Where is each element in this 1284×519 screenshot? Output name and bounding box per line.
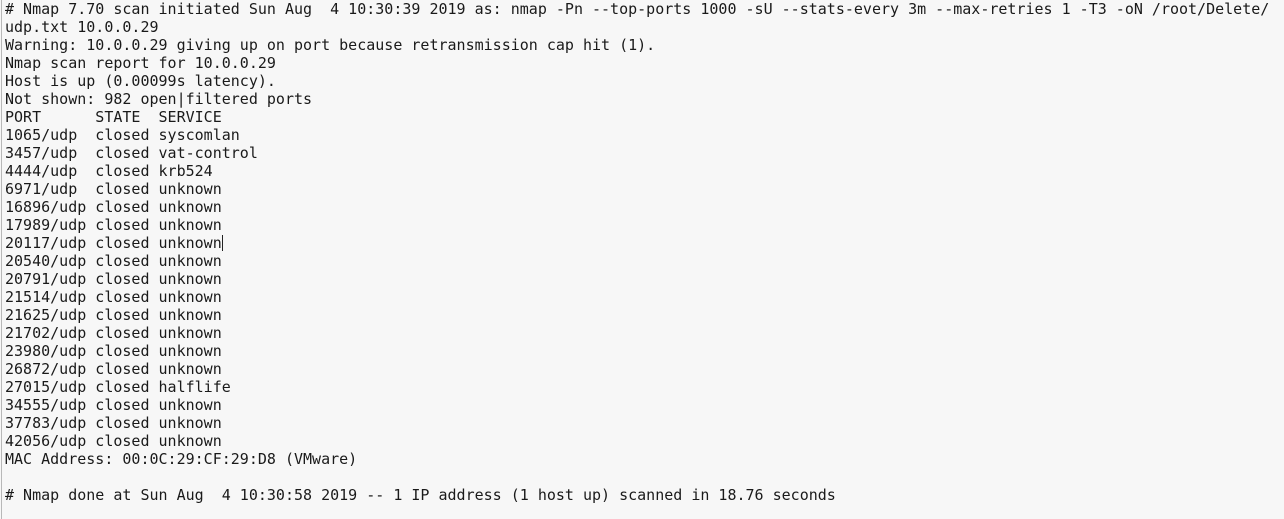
text-line-content: 3457/udp closed vat-control [5,144,258,162]
text-line: 6971/udp closed unknown [5,180,1269,198]
text-line: udp.txt 10.0.0.29 [5,18,1269,36]
text-line-content: Nmap scan report for 10.0.0.29 [5,54,276,72]
editor-text-area[interactable]: # Nmap 7.70 scan initiated Sun Aug 4 10:… [5,0,1269,504]
text-line: 20540/udp closed unknown [5,252,1269,270]
text-line: 3457/udp closed vat-control [5,144,1269,162]
text-line: 20117/udp closed unknown [5,234,1269,252]
text-line-content: 42056/udp closed unknown [5,432,222,450]
text-line [5,468,1269,486]
text-line: # Nmap 7.70 scan initiated Sun Aug 4 10:… [5,0,1269,18]
text-line: 20791/udp closed unknown [5,270,1269,288]
text-line: 37783/udp closed unknown [5,414,1269,432]
text-line-content: MAC Address: 00:0C:29:CF:29:D8 (VMware) [5,450,358,468]
text-line-content: PORT STATE SERVICE [5,108,222,126]
text-line-content: udp.txt 10.0.0.29 [5,18,159,36]
text-line: 23980/udp closed unknown [5,342,1269,360]
text-line-content: # Nmap 7.70 scan initiated Sun Aug 4 10:… [5,0,1270,18]
text-line: Host is up (0.00099s latency). [5,72,1269,90]
left-border [1,0,2,519]
text-line-content: 17989/udp closed unknown [5,216,222,234]
text-line-content: 26872/udp closed unknown [5,360,222,378]
text-line: 4444/udp closed krb524 [5,162,1269,180]
text-line-content: 21625/udp closed unknown [5,306,222,324]
text-line: 26872/udp closed unknown [5,360,1269,378]
text-line-content: 34555/udp closed unknown [5,396,222,414]
text-line-content: 20540/udp closed unknown [5,252,222,270]
text-line-content: 37783/udp closed unknown [5,414,222,432]
text-line: # Nmap done at Sun Aug 4 10:30:58 2019 -… [5,486,1269,504]
text-line: 21514/udp closed unknown [5,288,1269,306]
text-line: 17989/udp closed unknown [5,216,1269,234]
text-line: 34555/udp closed unknown [5,396,1269,414]
text-line-content: 21702/udp closed unknown [5,324,222,342]
text-line: 1065/udp closed syscomlan [5,126,1269,144]
text-line: MAC Address: 00:0C:29:CF:29:D8 (VMware) [5,450,1269,468]
text-line: Not shown: 982 open|filtered ports [5,90,1269,108]
text-line-content: # Nmap done at Sun Aug 4 10:30:58 2019 -… [5,486,836,504]
text-line-content: Warning: 10.0.0.29 giving up on port bec… [5,36,656,54]
text-line-content: 6971/udp closed unknown [5,180,222,198]
text-line-content: 23980/udp closed unknown [5,342,222,360]
text-line-content: 1065/udp closed syscomlan [5,126,240,144]
text-line: PORT STATE SERVICE [5,108,1269,126]
text-editor[interactable]: # Nmap 7.70 scan initiated Sun Aug 4 10:… [0,0,1284,519]
text-line-content: Host is up (0.00099s latency). [5,72,276,90]
text-line: 21625/udp closed unknown [5,306,1269,324]
text-line-content: 27015/udp closed halflife [5,378,231,396]
text-caret [221,235,223,251]
text-line-content: 4444/udp closed krb524 [5,162,213,180]
text-line: 21702/udp closed unknown [5,324,1269,342]
text-line: 27015/udp closed halflife [5,378,1269,396]
text-line-content: 21514/udp closed unknown [5,288,222,306]
text-line-content: 20791/udp closed unknown [5,270,222,288]
text-line-content: 16896/udp closed unknown [5,198,222,216]
text-line-content: 20117/udp closed unknown [5,234,222,252]
text-line: Nmap scan report for 10.0.0.29 [5,54,1269,72]
text-line: Warning: 10.0.0.29 giving up on port bec… [5,36,1269,54]
text-line: 16896/udp closed unknown [5,198,1269,216]
text-line: 42056/udp closed unknown [5,432,1269,450]
text-line-content: Not shown: 982 open|filtered ports [5,90,313,108]
